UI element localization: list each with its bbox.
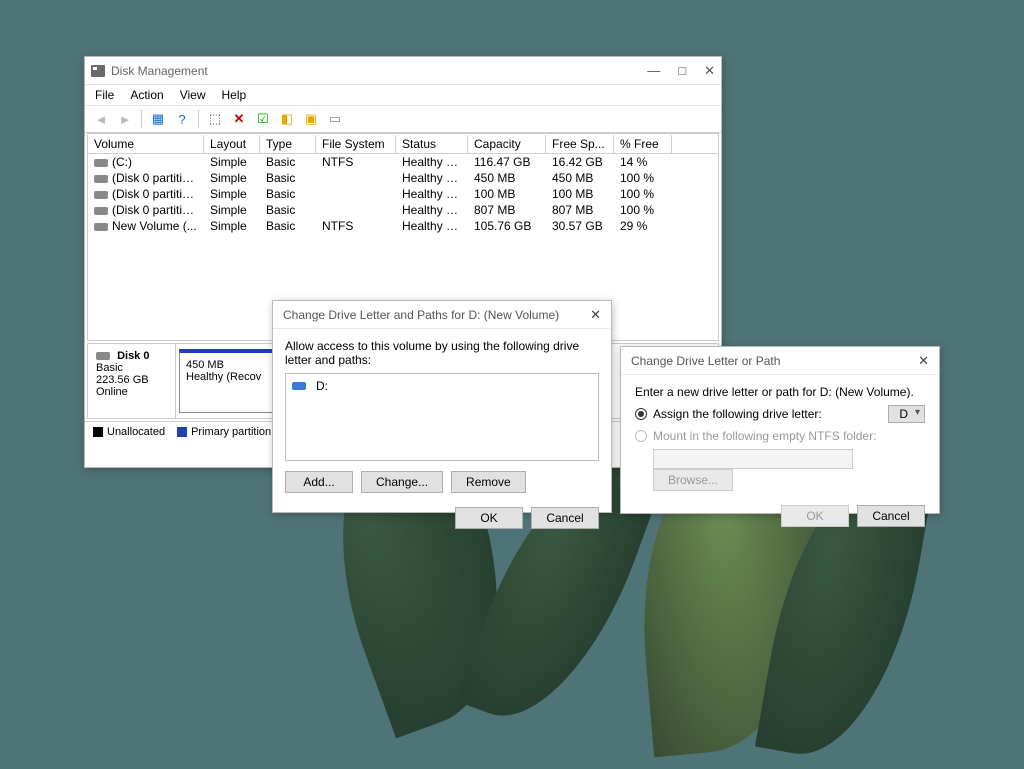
list-icon[interactable]: ▭	[325, 109, 345, 129]
browse-button: Browse...	[653, 469, 733, 491]
add-button[interactable]: Add...	[285, 471, 353, 493]
mount-path-input	[653, 449, 853, 469]
table-row[interactable]: (Disk 0 partition 5) Simple Basic Health…	[88, 202, 718, 218]
ok-button: OK	[781, 505, 849, 527]
delete-icon[interactable]: ✕	[229, 109, 249, 129]
change-drive-letter-paths-dialog: Change Drive Letter and Paths for D: (Ne…	[272, 300, 612, 513]
disk-info-panel[interactable]: Disk 0 Basic 223.56 GB Online	[88, 344, 176, 418]
properties-check-icon[interactable]: ☑	[253, 109, 273, 129]
maximize-button[interactable]: □	[678, 63, 686, 79]
radio-icon	[635, 408, 647, 420]
minimize-button[interactable]: —	[647, 63, 660, 79]
disk-type: Basic	[96, 362, 123, 374]
menu-file[interactable]: File	[95, 88, 114, 102]
disk-icon	[96, 352, 110, 360]
ok-button[interactable]: OK	[455, 507, 523, 529]
menu-view[interactable]: View	[180, 88, 206, 102]
cancel-button[interactable]: Cancel	[857, 505, 925, 527]
dialog-title: Change Drive Letter or Path	[631, 354, 780, 368]
menu-bar: File Action View Help	[85, 85, 721, 106]
partition-block[interactable]: 450 MB Healthy (Recov	[179, 349, 279, 413]
dialog-prompt: Enter a new drive letter or path for D: …	[635, 385, 925, 399]
list-item[interactable]: D:	[290, 378, 594, 394]
col-pctfree[interactable]: % Free	[614, 135, 672, 153]
table-row[interactable]: (Disk 0 partition 2) Simple Basic Health…	[88, 186, 718, 202]
volume-icon	[94, 223, 108, 231]
folder-icon[interactable]: ▣	[301, 109, 321, 129]
volume-icon	[94, 191, 108, 199]
radio-assign-label: Assign the following drive letter:	[653, 407, 822, 421]
dialog-titlebar[interactable]: Change Drive Letter and Paths for D: (Ne…	[273, 301, 611, 329]
disk-status: Online	[96, 386, 128, 398]
disk-name: Disk 0	[117, 350, 149, 362]
table-row[interactable]: (C:) Simple Basic NTFS Healthy (B... 116…	[88, 154, 718, 170]
volume-icon	[94, 175, 108, 183]
col-free[interactable]: Free Sp...	[546, 135, 614, 153]
col-volume[interactable]: Volume	[88, 135, 204, 153]
radio-mount-folder[interactable]: Mount in the following empty NTFS folder…	[635, 429, 925, 443]
partition-size: 450 MB	[186, 359, 272, 371]
col-capacity[interactable]: Capacity	[468, 135, 546, 153]
radio-icon	[635, 430, 647, 442]
col-status[interactable]: Status	[396, 135, 468, 153]
toolbar: ◄ ► ▦ ? ⬚ ✕ ☑ ◧ ▣ ▭	[85, 106, 721, 133]
legend-swatch-primary	[177, 427, 187, 437]
dialog-titlebar[interactable]: Change Drive Letter or Path ✕	[621, 347, 939, 375]
dialog-prompt: Allow access to this volume by using the…	[285, 339, 599, 367]
drive-icon	[292, 382, 306, 390]
radio-mount-label: Mount in the following empty NTFS folder…	[653, 429, 876, 443]
forward-icon[interactable]: ►	[115, 109, 135, 129]
legend-swatch-unallocated	[93, 427, 103, 437]
remove-button[interactable]: Remove	[451, 471, 526, 493]
help-icon[interactable]: ?	[172, 109, 192, 129]
close-button[interactable]: ✕	[704, 63, 715, 79]
drive-letter-combo[interactable]: D	[888, 405, 925, 423]
change-button[interactable]: Change...	[361, 471, 443, 493]
disk-size: 223.56 GB	[96, 374, 149, 386]
table-row[interactable]: New Volume (... Simple Basic NTFS Health…	[88, 218, 718, 234]
show-hide-console-tree-icon[interactable]: ▦	[148, 109, 168, 129]
change-drive-letter-or-path-dialog: Change Drive Letter or Path ✕ Enter a ne…	[620, 346, 940, 514]
app-icon	[91, 65, 105, 77]
table-header-row: Volume Layout Type File System Status Ca…	[88, 134, 718, 154]
close-icon[interactable]: ✕	[918, 353, 929, 369]
volume-icon	[94, 159, 108, 167]
table-row[interactable]: (Disk 0 partition 1) Simple Basic Health…	[88, 170, 718, 186]
legend-unallocated: Unallocated	[107, 426, 165, 438]
action-icon[interactable]: ◧	[277, 109, 297, 129]
radio-assign-letter[interactable]: Assign the following drive letter: D	[635, 405, 925, 423]
partition-status: Healthy (Recov	[186, 371, 272, 383]
menu-action[interactable]: Action	[130, 88, 163, 102]
legend-primary: Primary partition	[191, 426, 271, 438]
close-icon[interactable]: ✕	[590, 307, 601, 323]
col-layout[interactable]: Layout	[204, 135, 260, 153]
back-icon[interactable]: ◄	[91, 109, 111, 129]
dialog-title: Change Drive Letter and Paths for D: (Ne…	[283, 308, 559, 322]
refresh-icon[interactable]: ⬚	[205, 109, 225, 129]
drive-letter-list[interactable]: D:	[285, 373, 599, 461]
cancel-button[interactable]: Cancel	[531, 507, 599, 529]
titlebar[interactable]: Disk Management — □ ✕	[85, 57, 721, 85]
window-title: Disk Management	[111, 64, 208, 78]
col-type[interactable]: Type	[260, 135, 316, 153]
col-filesystem[interactable]: File System	[316, 135, 396, 153]
menu-help[interactable]: Help	[222, 88, 247, 102]
drive-letter-label: D:	[316, 379, 328, 393]
volume-icon	[94, 207, 108, 215]
